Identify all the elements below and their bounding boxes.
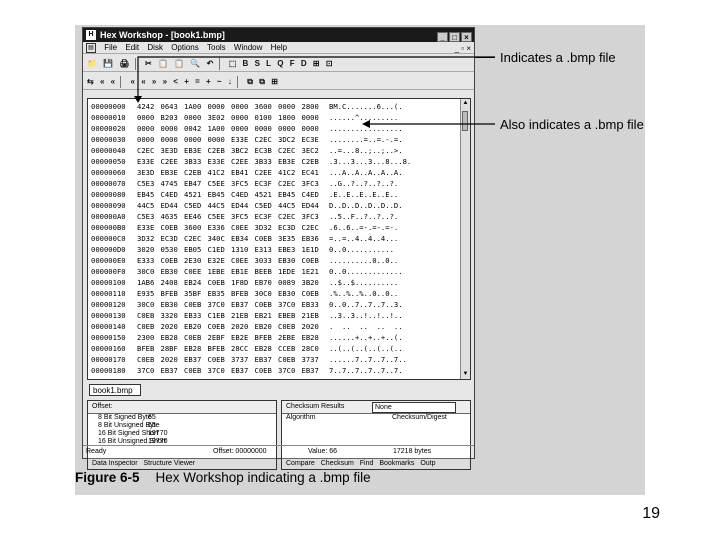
figure-caption: Figure 6-5 Hex Workshop indicating a .bmp… (75, 470, 371, 485)
figure-number: Figure 6-5 (75, 470, 140, 485)
figure-text: Hex Workshop indicating a .bmp file (155, 470, 371, 485)
annotation-second: Also indicates a .bmp file (500, 117, 644, 132)
arrow-head-left (362, 120, 370, 128)
page-number: 19 (642, 505, 660, 522)
annotation-first: Indicates a .bmp file (500, 50, 616, 65)
arrow-head-down (134, 96, 142, 103)
arrow-to-bm-signature (137, 56, 495, 99)
annotation-arrows (134, 56, 495, 128)
